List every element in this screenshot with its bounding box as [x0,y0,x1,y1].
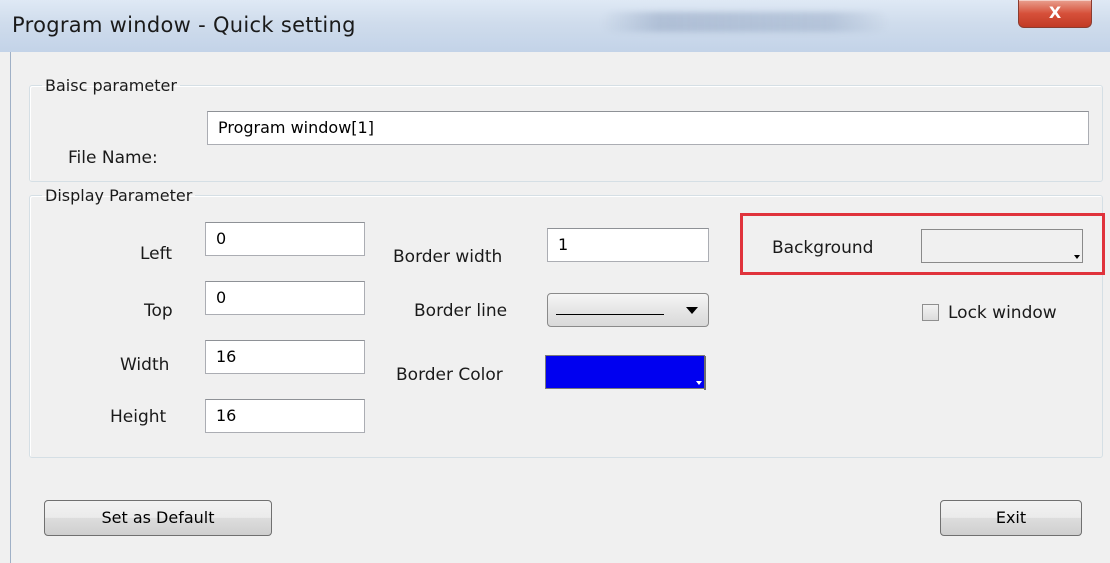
picker-edge [704,356,706,390]
line-style-sample [556,314,664,315]
border-line-label: Border line [414,301,508,321]
border-color-label: Border Color [396,365,503,385]
top-input[interactable]: 0 [205,281,365,315]
height-input[interactable]: 16 [205,399,365,433]
background-window-title-blur [602,12,888,32]
left-input[interactable]: 0 [205,222,365,256]
close-button[interactable]: X [1018,0,1092,28]
height-label: Height [110,407,167,427]
border-width-label: Border width [393,247,503,267]
close-icon: X [1048,3,1062,22]
quick-setting-window: Program window - Quick setting X Baisc p… [0,0,1110,563]
border-line-dropdown[interactable] [547,293,709,327]
lock-window-checkbox[interactable] [922,304,939,321]
width-input[interactable]: 16 [205,340,365,374]
basic-parameter-legend: Baisc parameter [45,76,177,95]
chevron-down-icon [686,307,698,314]
background-color-picker[interactable] [921,229,1083,263]
window-title: Program window - Quick setting [12,13,356,37]
file-name-label: File Name: [68,148,158,168]
border-width-input[interactable]: 1 [547,228,709,262]
lock-window-label[interactable]: Lock window [948,303,1057,323]
dropdown-arrow-icon [696,381,702,385]
file-name-input[interactable]: Program window[1] [207,111,1089,145]
background-label: Background [772,238,874,258]
left-label: Left [140,244,172,264]
title-bar[interactable]: Program window - Quick setting X [0,0,1110,52]
border-color-picker[interactable] [545,355,706,390]
width-label: Width [120,355,170,375]
top-label: Top [144,301,173,321]
exit-button[interactable]: Exit [940,500,1082,536]
set-as-default-button[interactable]: Set as Default [44,500,272,536]
dropdown-arrow-icon [1074,255,1080,259]
display-parameter-legend: Display Parameter [45,186,193,205]
dialog-content: Baisc parameter File Name: Program windo… [10,52,1110,563]
